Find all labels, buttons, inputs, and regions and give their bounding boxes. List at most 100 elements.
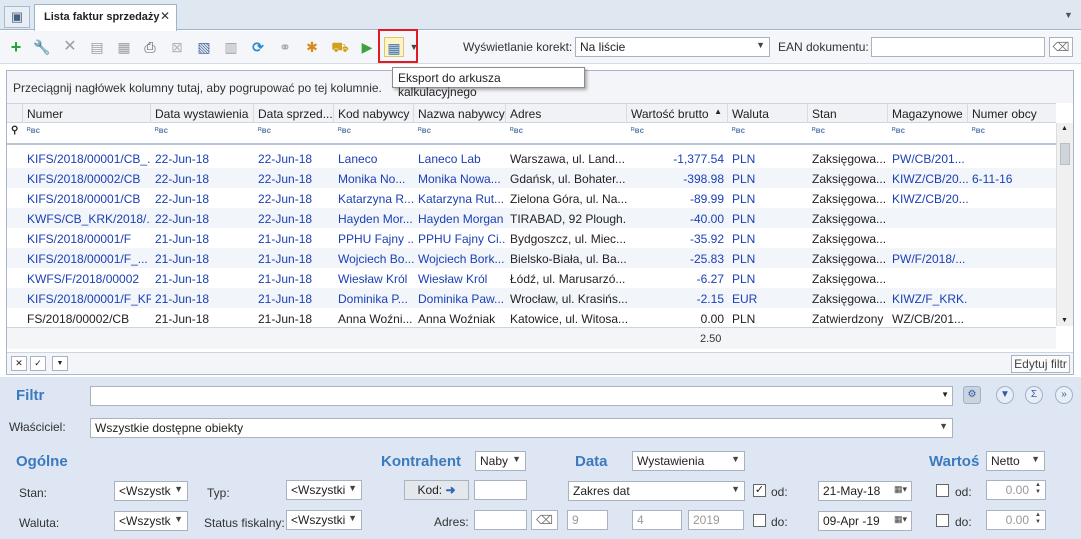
checkbox-icon[interactable]: ✓ (30, 356, 46, 371)
header-magazynowe[interactable]: Magazynowe (888, 104, 968, 123)
cell-magazynowe: KIWZ/CB/20... (892, 172, 968, 186)
settings-icon[interactable]: ⚙ (963, 386, 981, 404)
table-row[interactable]: KIFS/2018/00001/F 21-Jun-18 21-Jun-18 PPHU … (7, 228, 1056, 248)
table-row[interactable]: KIFS/2018/00001/F_KRK 21-Jun-18 21-Jun-18 D… (7, 288, 1056, 308)
lock-icon[interactable]: ▦ (114, 37, 134, 57)
korekty-select[interactable]: Na liście ▼ (575, 37, 770, 57)
table-row[interactable]: KWFS/F/2018/00002 21-Jun-18 21-Jun-18 Wiesł… (7, 268, 1056, 288)
tab-sales-invoices[interactable]: Lista faktur sprzedaży ✕ (34, 4, 177, 31)
kontrahent-type-select[interactable]: Naby ▼ (475, 451, 526, 471)
scroll-up-icon[interactable]: ▲ (1061, 125, 1068, 132)
val-to-input[interactable]: 0.00 ▲ ▼ (986, 510, 1046, 530)
spin-icon[interactable]: ▲ ▼ (1035, 482, 1041, 496)
table-row[interactable]: KIFS/2018/00001/CB 22-Jun-18 22-Jun-18 Kata… (7, 188, 1056, 208)
wrench-icon[interactable]: 🔧 (32, 37, 52, 57)
truck-icon[interactable]: ⛟ (330, 37, 350, 57)
table-row[interactable]: KIFS/2018/00001/F_... 21-Jun-18 21-Jun-18 W… (7, 248, 1056, 268)
chevron-down-icon[interactable]: ▼ (941, 390, 949, 399)
edit-filter-button[interactable]: Edytuj filtr (1011, 355, 1070, 373)
stan-select[interactable]: <Wszystk ▼ (114, 481, 188, 501)
adres-input[interactable] (474, 510, 527, 530)
table-row[interactable]: KIFS/2018/00002/CB 22-Jun-18 22-Jun-18 Moni… (7, 168, 1056, 188)
copy-icon[interactable]: ▤ (87, 37, 107, 57)
filter-cell[interactable]: ᴿʙᴄ (732, 126, 745, 135)
clear-filter-icon[interactable]: ✕ (11, 356, 27, 371)
date-to-input[interactable]: 09-Apr -19 ▦▾ (818, 511, 912, 531)
val-do-checkbox[interactable] (936, 514, 949, 527)
print-icon[interactable]: ⎙ (140, 37, 160, 57)
filter-cell[interactable]: ᴿʙᴄ (155, 126, 168, 135)
sum-icon[interactable]: Σ (1025, 386, 1043, 404)
table-row[interactable]: KIFS/2018/00001/CB_... 22-Jun-18 22-Jun-18… (7, 148, 1056, 168)
cell-numer-obcy (968, 208, 1056, 228)
filter-cell[interactable]: ᴿʙᴄ (258, 126, 271, 135)
filter-cell[interactable]: ᴿʙᴄ (892, 126, 905, 135)
kod-button[interactable]: Kod: ➜ (404, 480, 469, 500)
header-numer[interactable]: Numer (23, 104, 151, 123)
chevron-down-icon[interactable]: ▼ (1064, 10, 1073, 20)
kontrahent-type-value: Naby (480, 454, 509, 468)
header-wartosc-brutto[interactable]: Wartość brutto ▲ (627, 104, 728, 123)
filter-cell[interactable]: ᴿʙᴄ (338, 126, 351, 135)
scroll-down-icon[interactable]: ▼ (1061, 317, 1068, 324)
vertical-scrollbar[interactable]: ▲ ▼ (1056, 123, 1073, 326)
funnel-icon[interactable]: ▼ (996, 386, 1014, 404)
table-row[interactable]: KWFS/CB_KRK/2018/... 22-Jun-18 22-Jun-18 Ha… (7, 208, 1056, 228)
ean-input[interactable] (871, 37, 1045, 57)
typ-select[interactable]: <Wszystki ▼ (286, 480, 362, 500)
calendar-icon[interactable]: ▦▾ (894, 514, 907, 525)
header-data-wystawienia[interactable]: Data wystawienia (151, 104, 254, 123)
wartosc-type-select[interactable]: Netto ▼ (986, 451, 1045, 471)
close-icon[interactable]: ✕ (160, 9, 170, 23)
filter-cell[interactable]: ᴿʙᴄ (418, 126, 431, 135)
month-spinner[interactable]: 4 (632, 510, 682, 530)
chevron-down-icon[interactable]: ▼ (52, 356, 68, 371)
year-spinner[interactable]: 2019 (688, 510, 744, 530)
filter-cell[interactable]: ᴿʙᴄ (812, 126, 825, 135)
header-data-sprzedazy[interactable]: Data sprzed... (254, 104, 334, 123)
val-from-input[interactable]: 0.00 ▲ ▼ (986, 480, 1046, 500)
filter-cell[interactable]: ᴿʙᴄ (510, 126, 523, 135)
day-spinner[interactable]: 9 (567, 510, 608, 530)
table-row[interactable]: FS/2018/00002/CB 21-Jun-18 21-Jun-18 Anna W… (7, 308, 1056, 328)
table-icon[interactable]: ▥ (221, 37, 241, 57)
scroll-thumb[interactable] (1060, 143, 1070, 165)
waluta-label: Waluta: (19, 516, 60, 530)
delete-icon[interactable]: ✕ (60, 37, 80, 57)
date-from-input[interactable]: 21-May-18 ▦▾ (818, 481, 912, 501)
link-icon[interactable]: ⚭ (275, 37, 295, 57)
waluta-select[interactable]: <Wszystk ▼ (114, 511, 188, 531)
expand-icon[interactable]: » (1055, 386, 1073, 404)
document-icon[interactable]: ▧ (194, 37, 214, 57)
val-od-checkbox[interactable] (936, 484, 949, 497)
do-checkbox[interactable] (753, 514, 766, 527)
header-waluta[interactable]: Waluta (728, 104, 808, 123)
data-type-select[interactable]: Wystawienia ▼ (632, 451, 745, 471)
refresh-icon[interactable]: ⟳ (248, 37, 268, 57)
filter-cell[interactable]: ᴿʙᴄ (631, 126, 644, 135)
eraser-icon[interactable]: ⌫ (531, 510, 558, 530)
filter-cell[interactable]: ᴿʙᴄ (972, 126, 985, 135)
desktop-icon[interactable]: ▣ (4, 6, 30, 28)
eraser-icon[interactable]: ⌫ (1049, 37, 1073, 57)
play-icon[interactable]: ▶ (357, 37, 377, 57)
od-checkbox[interactable]: ✓ (753, 484, 766, 497)
header-adres[interactable]: Adres (506, 104, 627, 123)
cancel-doc-icon[interactable]: ⊠ (167, 37, 187, 57)
zakres-select[interactable]: Zakres dat ▼ (568, 481, 745, 501)
chevron-down-icon: ▼ (939, 421, 948, 431)
filter-input[interactable]: ▼ (90, 386, 953, 406)
grid-header: Numer Data wystawienia Data sprzed... Ko… (7, 103, 1056, 123)
header-numer-obcy[interactable]: Numer obcy (968, 104, 1056, 123)
header-stan[interactable]: Stan (808, 104, 888, 123)
add-icon[interactable]: + (6, 37, 26, 57)
kod-input[interactable] (474, 480, 527, 500)
spin-icon[interactable]: ▲ ▼ (1035, 512, 1041, 526)
owner-select[interactable]: Wszystkie dostępne obiekty ▼ (90, 418, 953, 438)
header-kod-nabywcy[interactable]: Kod nabywcy (334, 104, 414, 123)
filter-cell[interactable]: ᴿʙᴄ (27, 126, 40, 135)
status-select[interactable]: <Wszystki ▼ (286, 510, 362, 530)
calendar-icon[interactable]: ▦▾ (894, 484, 907, 495)
header-nazwa-nabywcy[interactable]: Nazwa nabywcy (414, 104, 506, 123)
generate-icon[interactable]: ✱ (302, 37, 322, 57)
